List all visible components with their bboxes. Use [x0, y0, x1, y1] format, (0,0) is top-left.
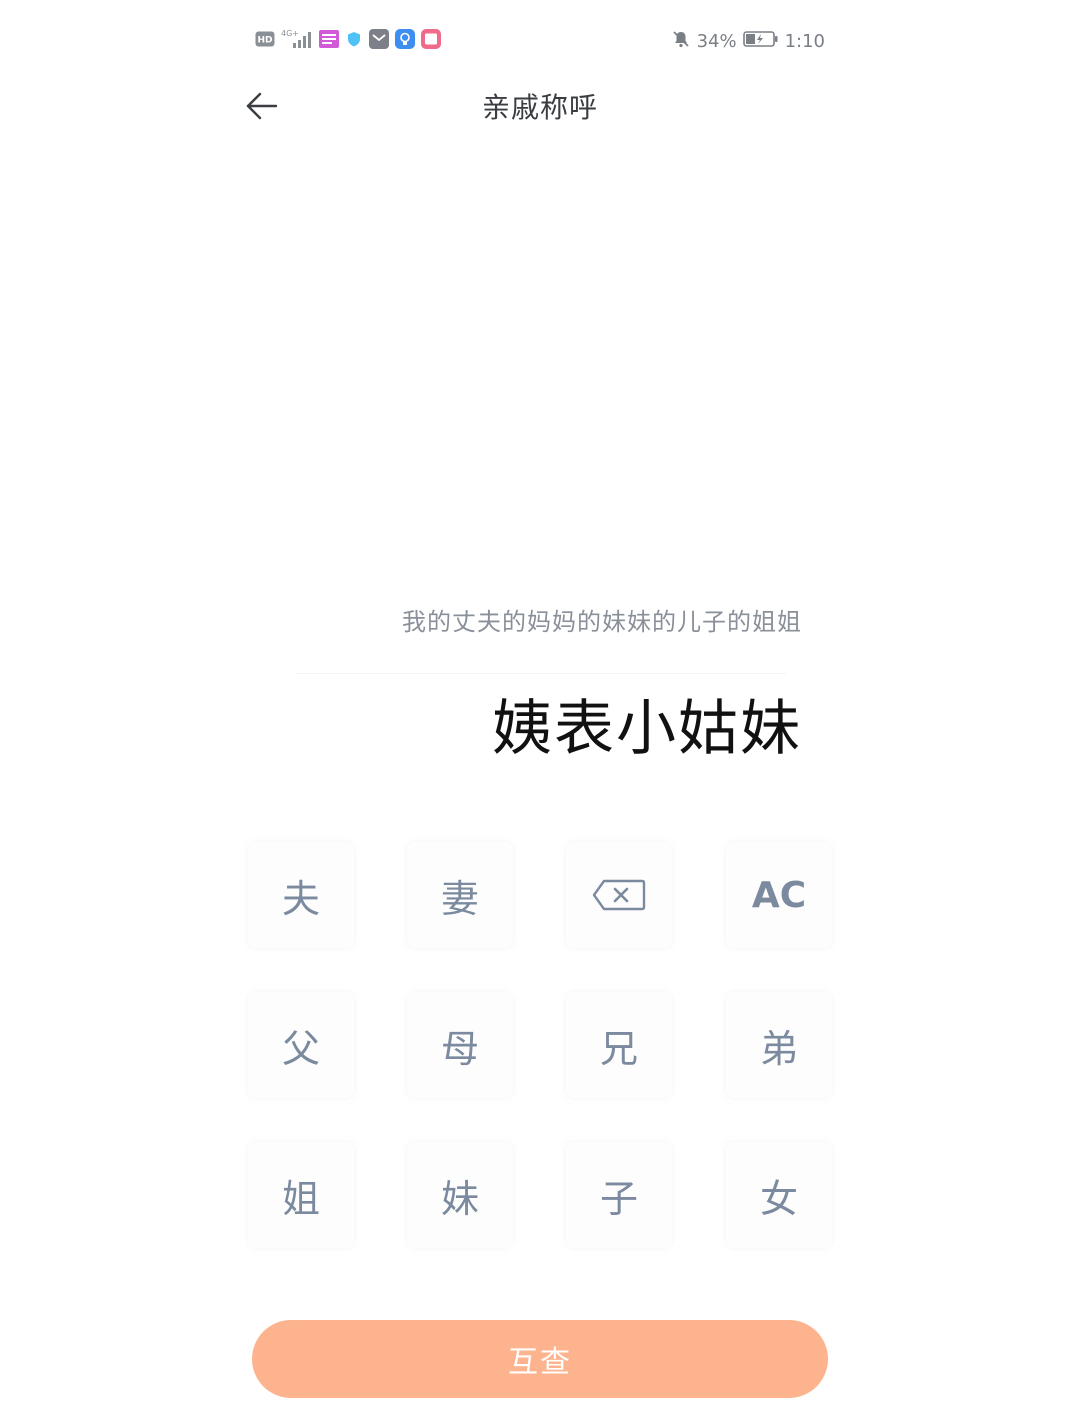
key-younger-sister[interactable]: 妹	[407, 1142, 513, 1248]
bulb-icon	[395, 29, 415, 53]
svg-text:4G+: 4G+	[281, 29, 299, 38]
key-son[interactable]: 子	[566, 1142, 672, 1248]
key-elder-sister[interactable]: 姐	[248, 1142, 354, 1248]
clock: 1:10	[784, 30, 825, 52]
signal-icon: 4G+	[281, 28, 313, 54]
clear-all-button[interactable]: AC	[726, 842, 832, 948]
status-bar: HD 4G+ 34% 1:10	[255, 28, 825, 54]
relative-calculator-screen: HD 4G+ 34% 1:10 亲戚称呼 我的丈夫的妈妈的妹妹的儿子的姐姐 姨表…	[0, 0, 1080, 1409]
relation-expression: 我的丈夫的妈妈的妹妹的儿子的姐姐	[402, 608, 802, 636]
key-daughter[interactable]: 女	[726, 1142, 832, 1248]
mute-icon	[671, 29, 691, 53]
mutual-query-button[interactable]: 互查	[252, 1320, 828, 1398]
relation-result: 姨表小姑妹	[492, 694, 802, 764]
hd-icon: HD	[255, 31, 275, 51]
status-bar-right: 34% 1:10	[671, 28, 825, 54]
key-younger-brother[interactable]: 弟	[726, 992, 832, 1098]
back-button[interactable]	[238, 84, 286, 128]
battery-percent: 34%	[696, 30, 737, 52]
page-title: 亲戚称呼	[481, 91, 598, 124]
svg-text:HD: HD	[257, 36, 272, 46]
mail-icon	[369, 29, 389, 53]
divider	[296, 673, 786, 674]
book-icon	[421, 29, 441, 53]
shield-icon	[345, 30, 363, 52]
backspace-icon	[592, 879, 646, 911]
backspace-button[interactable]	[566, 842, 672, 948]
key-husband[interactable]: 夫	[248, 842, 354, 948]
app-notification-icon	[319, 30, 339, 52]
battery-charging-icon	[742, 30, 779, 52]
key-wife[interactable]: 妻	[407, 842, 513, 948]
status-bar-left: HD 4G+	[255, 28, 447, 54]
key-mother[interactable]: 母	[407, 992, 513, 1098]
key-father[interactable]: 父	[248, 992, 354, 1098]
key-elder-brother[interactable]: 兄	[566, 992, 672, 1098]
arrow-left-icon	[246, 92, 278, 120]
